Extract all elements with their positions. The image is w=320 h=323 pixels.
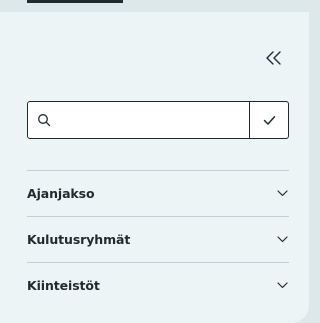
collapse-sidebar-button[interactable] bbox=[262, 49, 286, 71]
double-chevron-left-icon bbox=[264, 50, 284, 70]
filter-label: Kulutusryhmät bbox=[27, 232, 131, 247]
search-field bbox=[27, 101, 289, 139]
chevron-down-icon bbox=[276, 188, 288, 200]
filter-label: Ajanjakso bbox=[27, 186, 95, 201]
active-tab-indicator bbox=[27, 0, 123, 3]
search-submit-button[interactable] bbox=[249, 102, 288, 138]
filter-list: Ajanjakso Kulutusryhmät Kiinteistöt bbox=[27, 170, 289, 308]
check-icon bbox=[263, 111, 276, 130]
search-input[interactable] bbox=[60, 102, 249, 138]
filter-sidebar: Ajanjakso Kulutusryhmät Kiinteistöt bbox=[0, 12, 309, 323]
filter-label: Kiinteistöt bbox=[27, 278, 100, 293]
filter-item-kulutusryhmat[interactable]: Kulutusryhmät bbox=[27, 216, 289, 262]
chevron-down-icon bbox=[276, 280, 288, 292]
filter-item-ajanjakso[interactable]: Ajanjakso bbox=[27, 170, 289, 216]
chevron-down-icon bbox=[276, 234, 288, 246]
filter-item-kiinteistot[interactable]: Kiinteistöt bbox=[27, 262, 289, 308]
search-icon bbox=[28, 102, 60, 138]
